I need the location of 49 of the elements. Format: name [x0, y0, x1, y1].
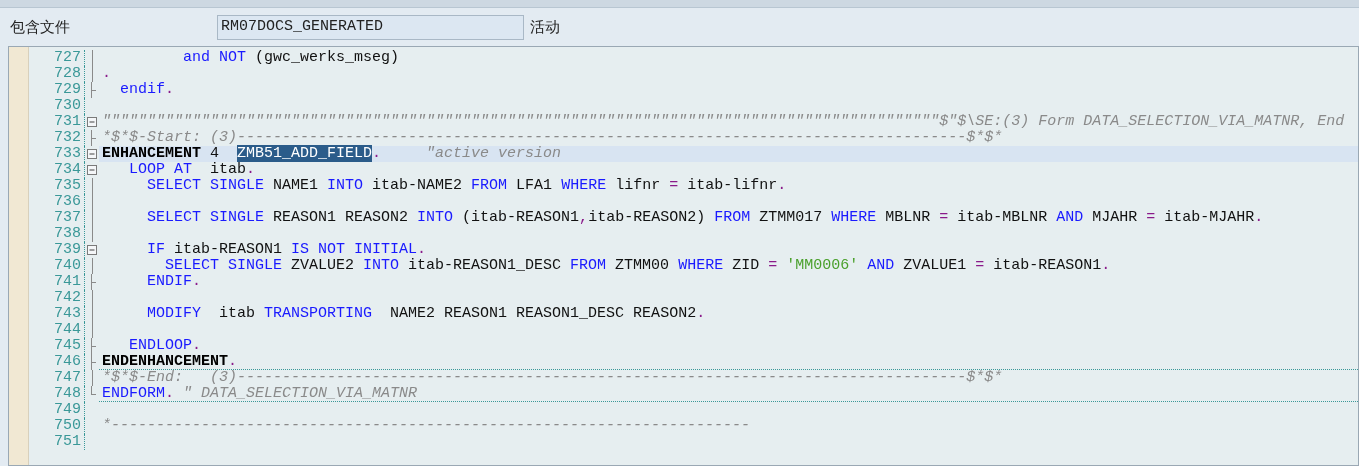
code-line: MODIFY itab TRANSPORTING NAME2 REASON1 REASON1_DESC REASON2. [146, 306, 707, 322]
code-line: SELECT SINGLE REASON1 REASON2 INTO (itab-REASON1,itab-REASON2) FROM ZTMM017 WHERE MBLNR = itab-MBLNR AND MJAHR = itab-MJAHR. [146, 210, 1265, 226]
line-number: 744 [29, 322, 85, 338]
line-number: 734 [29, 162, 85, 178]
code-line: endif. [119, 82, 176, 98]
field-label: 包含文件 [10, 16, 71, 37]
line-number: 748 [29, 386, 85, 402]
line-number: 735 [29, 178, 85, 194]
line-number: 740 [29, 258, 85, 274]
line-number: 739 [29, 242, 85, 258]
line-number: 738 [29, 226, 85, 242]
line-number: 745 [29, 338, 85, 354]
line-number: 747 [29, 370, 85, 386]
line-number: 737 [29, 210, 85, 226]
collapse-toggle-icon[interactable] [87, 165, 97, 175]
line-number: 727 [29, 50, 85, 66]
include-file-field[interactable]: RM07DOCS_GENERATED [217, 14, 524, 40]
code-line: """""""""""""""""""""""""""""""""""""""""""""""""""""""""""""""""""""""""""""""""""""""""""""$"$\SE:(3) Form DATA_SELECTION_VIA_MATNR, End [101, 114, 1346, 130]
code-line: ENDIF. [146, 274, 203, 290]
line-number: 751 [29, 434, 85, 450]
code-line: *----------------------------------------------------------------------- [101, 418, 752, 434]
code-line: ENDFORM. " DATA_SELECTION_VIA_MATNR [99, 386, 1358, 402]
code-line: and NOT (gwc_werks_mseg) [182, 50, 401, 66]
line-number: 736 [29, 194, 85, 210]
code-line: IF itab-REASON1 IS NOT INITIAL. [146, 242, 428, 258]
line-number: 729 [29, 82, 85, 98]
collapse-toggle-icon[interactable] [87, 149, 97, 159]
collapse-toggle-icon[interactable] [87, 117, 97, 127]
line-number: 750 [29, 418, 85, 434]
code-line: SELECT SINGLE ZVALUE2 INTO itab-REASON1_DESC FROM ZTMM00 WHERE ZID = 'MM0006' AND ZVALUE1 = itab-REASON1. [164, 258, 1112, 274]
line-number: 749 [29, 402, 85, 418]
code-line: ENDLOOP. [128, 338, 203, 354]
code-line: LOOP AT itab. [128, 162, 257, 178]
code-line: . [101, 66, 112, 82]
line-number: 732 [29, 130, 85, 146]
code-line: SELECT SINGLE NAME1 INTO itab-NAME2 FROM LFA1 WHERE lifnr = itab-lifnr. [146, 178, 788, 194]
line-number: 731 [29, 114, 85, 130]
code-line: *$*$-Start: (3)---------------------------------------------------------------------------------$*$* [101, 130, 1004, 146]
status-text: 活动 [530, 16, 560, 37]
code-line: *$*$-End: (3)---------------------------------------------------------------------------------$*$* [101, 370, 1004, 386]
line-number: 728 [29, 66, 85, 82]
collapse-toggle-icon[interactable] [87, 245, 97, 255]
line-number: 730 [29, 98, 85, 114]
line-number: 743 [29, 306, 85, 322]
line-number: 746 [29, 354, 85, 370]
line-number: 741 [29, 274, 85, 290]
line-number: 742 [29, 290, 85, 306]
line-number: 733 [29, 146, 85, 162]
code-line: ENDENHANCEMENT. [99, 354, 1358, 370]
